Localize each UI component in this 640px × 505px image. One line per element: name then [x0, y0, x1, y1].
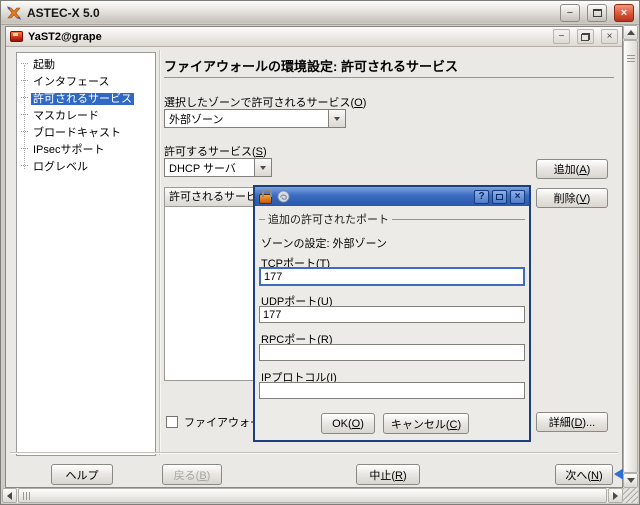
heading-rule	[164, 77, 614, 78]
zone-combobox-arrow[interactable]	[328, 110, 345, 127]
inner-close-button[interactable]: ×	[601, 29, 618, 44]
maximize-button[interactable]	[587, 4, 607, 22]
service-select-label: 許可するサービス(S)	[164, 143, 267, 159]
sidebar-item-masquerade[interactable]: マスカレード	[17, 108, 155, 125]
maximize-icon	[593, 9, 602, 17]
sidebar-tree: 起動 インタフェース 許可されるサービス マスカレード ブロードキャスト IPs…	[16, 52, 156, 456]
service-combobox-arrow[interactable]	[254, 159, 271, 176]
maximize-icon	[496, 194, 503, 200]
zone-combobox[interactable]: 外部ゾーン	[164, 109, 346, 128]
outer-titlebar: ASTEC-X 5.0 − ×	[1, 1, 639, 25]
cancel-button[interactable]: キャンセル(C)	[383, 413, 469, 434]
next-button[interactable]: 次へ(N)	[555, 464, 613, 485]
back-button: 戻る(B)	[162, 464, 222, 485]
vertical-scroll-thumb[interactable]	[623, 40, 638, 473]
arrow-right-icon	[613, 492, 618, 500]
add-button[interactable]: 追加(A)	[536, 159, 608, 179]
chevron-down-icon	[334, 117, 340, 121]
inner-restore-button[interactable]	[577, 29, 594, 44]
arrow-up-icon	[627, 30, 635, 35]
group-box-legend: 追加の許可されたポート	[259, 211, 525, 227]
scroll-left-button[interactable]	[2, 488, 17, 503]
dialog-help-button[interactable]: ?	[474, 190, 489, 204]
sidebar-item-broadcast[interactable]: ブロードキャスト	[17, 125, 155, 142]
sidebar-item-allowed-services[interactable]: 許可されるサービス	[17, 91, 155, 108]
inner-minimize-button[interactable]: −	[553, 29, 570, 44]
dialog-titlebar[interactable]: ? ×	[255, 187, 529, 206]
rpc-port-input[interactable]	[259, 344, 525, 361]
firewall-checkbox[interactable]	[166, 416, 178, 428]
scroll-down-button[interactable]	[623, 473, 638, 488]
window-title: ASTEC-X 5.0	[27, 6, 553, 20]
abort-button[interactable]: 中止(R)	[356, 464, 420, 485]
thumb-grip	[627, 55, 635, 63]
sidebar-item-start[interactable]: 起動	[17, 57, 155, 74]
minimize-button[interactable]: −	[560, 4, 580, 22]
ok-button[interactable]: OK(O)	[321, 413, 375, 434]
lock-icon	[259, 194, 272, 204]
tcp-port-input[interactable]	[259, 267, 525, 286]
horizontal-scroll-thumb[interactable]	[18, 488, 607, 503]
udp-port-input[interactable]	[259, 306, 525, 323]
chevron-down-icon	[260, 166, 266, 170]
ip-protocol-input[interactable]	[259, 382, 525, 399]
yast2-app-icon	[10, 31, 23, 42]
arrow-down-icon	[627, 478, 635, 483]
scroll-right-button[interactable]	[608, 488, 623, 503]
zone-select-label: 選択したゾーンで許可されるサービス(O)	[164, 94, 366, 110]
sidebar-item-ipsec[interactable]: IPsecサポート	[17, 142, 155, 159]
service-combobox[interactable]: DHCP サーバ	[164, 158, 272, 177]
add-port-dialog: ? × 追加の許可されたポート ゾーンの設定: 外部ゾーン TCPポート(T) …	[253, 185, 531, 442]
arrow-left-icon	[7, 492, 12, 500]
group-box-title: 追加の許可されたポート	[265, 211, 392, 227]
horizontal-scrollbar[interactable]	[2, 488, 623, 503]
dialog-maximize-button[interactable]	[492, 190, 507, 204]
thumb-grip	[23, 492, 32, 500]
zone-combobox-value: 外部ゾーン	[165, 111, 328, 127]
service-combobox-value: DHCP サーバ	[165, 160, 254, 176]
astec-x-logo-icon	[6, 5, 22, 21]
tree-guide-line	[24, 65, 25, 169]
scroll-up-button[interactable]	[623, 25, 638, 40]
inner-titlebar: YaST2@grape − ×	[6, 27, 622, 47]
zone-info-text: ゾーンの設定: 外部ゾーン	[261, 235, 387, 251]
delete-button[interactable]: 削除(V)	[536, 188, 608, 208]
astec-x-window: ASTEC-X 5.0 − × YaST2@grape − × 起動 インタフェ…	[0, 0, 640, 505]
vertical-scrollbar[interactable]	[623, 25, 638, 488]
details-button[interactable]: 詳細(D)...	[536, 412, 608, 432]
close-button[interactable]: ×	[614, 4, 634, 22]
sidebar-item-interfaces[interactable]: インタフェース	[17, 74, 155, 91]
sidebar-item-loglevel[interactable]: ログレベル	[17, 159, 155, 176]
footer-divider	[10, 452, 618, 454]
pane-divider	[159, 50, 161, 455]
page-title: ファイアウォールの環境設定: 許可されるサービス	[164, 56, 458, 75]
inner-window-title: YaST2@grape	[28, 31, 546, 43]
dialog-close-button[interactable]: ×	[510, 190, 525, 204]
resize-grip[interactable]	[623, 488, 638, 503]
restore-icon	[581, 33, 590, 41]
yast-swirl-icon	[276, 189, 291, 204]
help-button[interactable]: ヘルプ	[51, 464, 113, 485]
